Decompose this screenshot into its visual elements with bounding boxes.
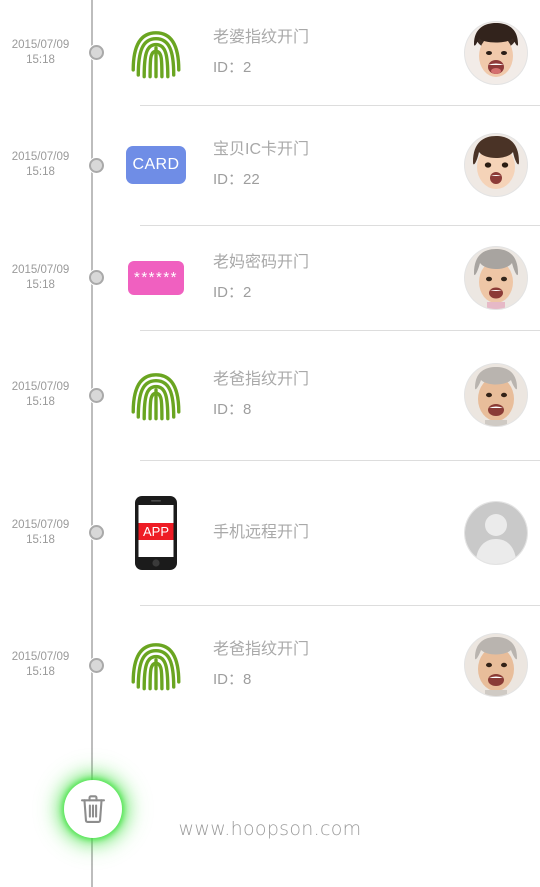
timestamp-time: 15:18 — [26, 166, 55, 178]
timeline-dot-wrap — [85, 270, 107, 285]
avatar[interactable] — [465, 364, 527, 426]
fingerprint-icon — [131, 373, 181, 421]
svg-text:APP: APP — [143, 524, 169, 539]
entry-title: 手机远程开门 — [213, 523, 310, 541]
entry-separator — [140, 460, 540, 461]
timestamp-time: 15:18 — [26, 278, 55, 291]
avatar-older-man — [465, 364, 527, 426]
avatar-child — [465, 134, 527, 196]
timestamp-time: 15:18 — [26, 533, 55, 546]
timestamp-date: 2015/07/09 — [11, 651, 70, 663]
trash-icon — [81, 795, 105, 823]
delete-button[interactable] — [66, 782, 120, 836]
entry-separator — [140, 225, 540, 226]
entry-text: 老婆指纹开门 ID：2 — [205, 23, 452, 83]
door-access-log-screen: 2015/07/09 15:18 老婆指纹开门 ID：2 2015/07/09 … — [0, 0, 540, 887]
entry-id: ID：2 — [213, 283, 252, 301]
timestamp-date: 2015/07/09 — [11, 381, 70, 393]
timestamp-time: 15:18 — [26, 666, 55, 678]
entry-id: ID：22 — [213, 171, 260, 188]
avatar-placeholder — [465, 501, 527, 564]
timeline-dot-icon — [88, 657, 104, 673]
log-entry[interactable]: 2015/07/09 15:18 老婆指纹开门 ID：2 — [0, 0, 540, 105]
method-icon-cell: CARD — [107, 146, 205, 184]
entry-separator — [140, 105, 540, 106]
entry-timestamp: 2015/07/09 15:18 — [0, 150, 85, 180]
avatar-cell[interactable] — [452, 246, 540, 309]
avatar-cell[interactable] — [452, 634, 540, 696]
method-icon-cell — [107, 26, 205, 80]
access-log-list: 2015/07/09 15:18 老婆指纹开门 ID：2 2015/07/09 … — [0, 0, 540, 725]
timeline-dot-icon — [88, 525, 104, 540]
method-icon-cell — [107, 638, 205, 692]
entry-timestamp: 2015/07/09 15:18 — [0, 518, 85, 548]
avatar[interactable] — [465, 21, 527, 84]
entry-title: 宝贝IC卡开门 — [213, 141, 310, 158]
log-entry[interactable]: 2015/07/09 15:18 老爸指纹开门 ID：8 — [0, 605, 540, 725]
timeline-dot-wrap — [85, 525, 107, 540]
avatar-older-woman — [465, 246, 527, 309]
timestamp-date: 2015/07/09 — [11, 518, 70, 531]
avatar-older-man — [465, 634, 527, 696]
avatar-cell[interactable] — [452, 501, 540, 564]
timeline-dot-wrap — [85, 157, 107, 173]
method-icon-cell: ****** — [107, 260, 205, 295]
password-icon: ****** — [128, 260, 184, 295]
card-icon: CARD — [126, 146, 186, 184]
log-entry[interactable]: 2015/07/09 15:18 ****** 老妈密码开门 ID：2 — [0, 225, 540, 330]
timestamp-time: 15:18 — [26, 53, 55, 66]
avatar[interactable] — [465, 134, 527, 196]
timestamp-date: 2015/07/09 — [11, 151, 70, 163]
avatar[interactable] — [465, 634, 527, 696]
entry-timestamp: 2015/07/09 15:18 — [0, 650, 85, 680]
avatar[interactable] — [465, 501, 527, 564]
entry-id: ID：2 — [213, 58, 252, 76]
footer-mask — [108, 800, 540, 860]
entry-text: 老爸指纹开门 ID：8 — [205, 635, 452, 695]
timeline-dot-icon — [88, 270, 104, 285]
timeline-dot-wrap — [85, 387, 107, 403]
entry-text: 老爸指纹开门 ID：8 — [205, 365, 452, 425]
avatar-cell[interactable] — [452, 134, 540, 196]
timeline-dot-icon — [88, 387, 104, 403]
entry-title: 老妈密码开门 — [213, 253, 310, 271]
entry-text: 宝贝IC卡开门 ID：22 — [205, 135, 452, 195]
log-entry[interactable]: 2015/07/09 15:18 CARD 宝贝IC卡开门 ID：22 — [0, 105, 540, 225]
fingerprint-icon — [131, 643, 181, 691]
method-icon-cell: APP — [107, 495, 205, 570]
avatar-cell[interactable] — [452, 364, 540, 426]
entry-id: ID：8 — [213, 401, 252, 418]
timeline-dot-icon — [88, 157, 104, 173]
entry-title: 老婆指纹开门 — [213, 28, 310, 46]
timestamp-time: 15:18 — [26, 396, 55, 408]
entry-timestamp: 2015/07/09 15:18 — [0, 263, 85, 293]
entry-text: 老妈密码开门 ID：2 — [205, 248, 452, 308]
entry-title: 老爸指纹开门 — [213, 371, 310, 388]
entry-title: 老爸指纹开门 — [213, 641, 310, 658]
timestamp-date: 2015/07/09 — [11, 263, 70, 276]
log-entry[interactable]: 2015/07/09 15:18 老爸指纹开门 ID：8 — [0, 330, 540, 460]
avatar-woman-laughing — [465, 21, 527, 84]
entry-text: 手机远程开门 — [205, 518, 452, 548]
entry-separator — [140, 605, 540, 606]
entry-id: ID：8 — [213, 671, 252, 688]
timeline-dot-wrap — [85, 45, 107, 60]
entry-timestamp: 2015/07/09 15:18 — [0, 380, 85, 410]
timeline-dot-icon — [88, 45, 104, 60]
timeline-dot-wrap — [85, 657, 107, 673]
timestamp-date: 2015/07/09 — [11, 38, 70, 51]
log-entry[interactable]: 2015/07/09 15:18 APP 手机远程开门 — [0, 460, 540, 605]
avatar-cell[interactable] — [452, 21, 540, 84]
phone-app-icon: APP — [135, 495, 177, 570]
entry-separator — [140, 330, 540, 331]
method-icon-cell — [107, 368, 205, 422]
fingerprint-icon — [131, 30, 181, 78]
entry-timestamp: 2015/07/09 15:18 — [0, 38, 85, 68]
avatar[interactable] — [465, 246, 527, 309]
